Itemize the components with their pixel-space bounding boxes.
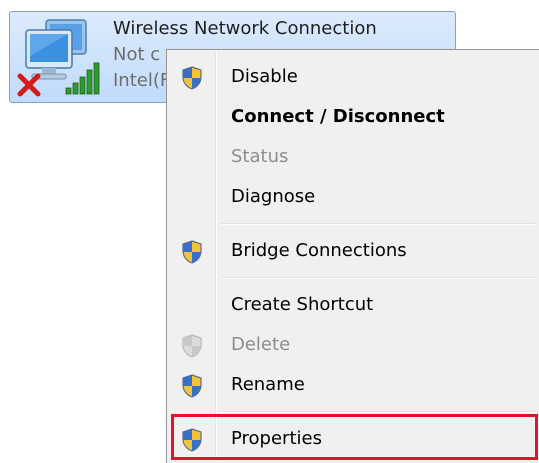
menu-item-delete[interactable]: Delete <box>169 326 537 364</box>
uac-shield-icon <box>182 374 202 398</box>
context-menu: Disable Connect / Disconnect Status Diag… <box>166 49 539 463</box>
menu-item-label: Status <box>231 146 289 167</box>
menu-item-bridge-connections[interactable]: Bridge Connections <box>169 232 537 270</box>
uac-shield-icon <box>182 240 202 264</box>
menu-item-label: Rename <box>231 374 305 395</box>
menu-item-rename[interactable]: Rename <box>169 366 537 404</box>
menu-item-status[interactable]: Status <box>169 138 537 176</box>
properties-highlight-box <box>171 414 538 460</box>
menu-separator <box>221 277 535 279</box>
menu-separator <box>221 411 535 413</box>
uac-shield-icon <box>182 334 202 358</box>
uac-shield-icon <box>182 66 202 90</box>
menu-item-label: Connect / Disconnect <box>231 106 445 127</box>
connection-name: Wireless Network Connection <box>113 18 377 39</box>
signal-strength-icon <box>65 62 100 95</box>
stage: Wireless Network Connection Not c Intel(… <box>0 0 539 463</box>
menu-item-label: Disable <box>231 66 298 87</box>
menu-item-label: Delete <box>231 334 291 355</box>
menu-separator <box>221 223 535 225</box>
menu-item-label: Diagnose <box>231 186 316 207</box>
disconnected-x-icon <box>17 73 41 97</box>
menu-item-diagnose[interactable]: Diagnose <box>169 178 537 216</box>
menu-item-label: Create Shortcut <box>231 294 374 315</box>
menu-item-create-shortcut[interactable]: Create Shortcut <box>169 286 537 324</box>
menu-item-label: Bridge Connections <box>231 240 407 261</box>
menu-item-disable[interactable]: Disable <box>169 58 537 96</box>
menu-item-connect-disconnect[interactable]: Connect / Disconnect <box>169 98 537 136</box>
